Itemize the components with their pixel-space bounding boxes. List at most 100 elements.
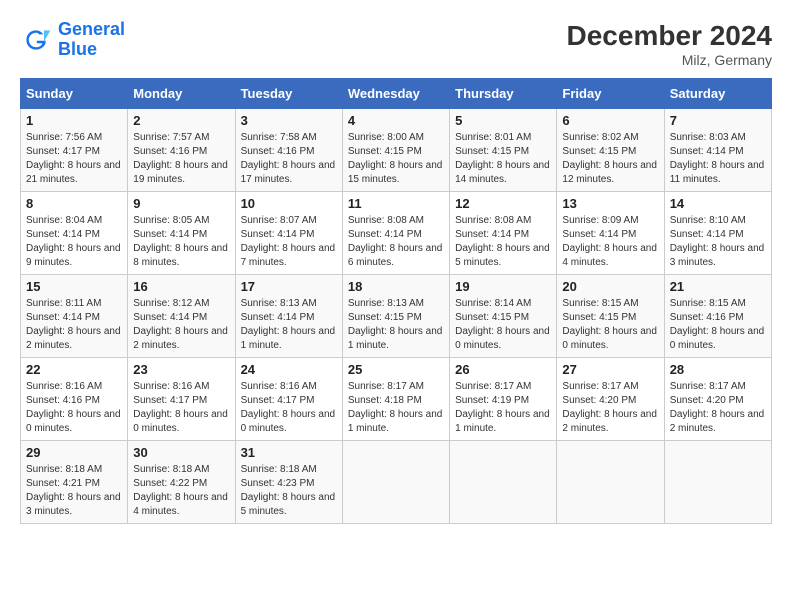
calendar-row: 22 Sunrise: 8:16 AMSunset: 4:16 PMDayligh… [21, 358, 772, 441]
day-info: Sunrise: 7:56 AMSunset: 4:17 PMDaylight:… [26, 131, 122, 187]
day-number: 3 [241, 113, 337, 128]
day-number: 23 [133, 362, 229, 377]
day-info: Sunrise: 8:17 AMSunset: 4:20 PMDaylight:… [670, 380, 766, 436]
day-info: Sunrise: 8:16 AMSunset: 4:17 PMDaylight:… [133, 380, 229, 436]
day-number: 19 [455, 279, 551, 294]
day-number: 31 [241, 445, 337, 460]
day-info: Sunrise: 8:11 AMSunset: 4:14 PMDaylight:… [26, 297, 122, 353]
day-number: 11 [348, 196, 444, 211]
day-info: Sunrise: 8:14 AMSunset: 4:15 PMDaylight:… [455, 297, 551, 353]
calendar-cell: 17Sunrise: 8:13 AMSunset: 4:14 PMDayligh… [235, 275, 342, 358]
day-info: Sunrise: 8:07 AMSunset: 4:14 PMDaylight:… [241, 214, 337, 270]
calendar-cell: 11Sunrise: 8:08 AMSunset: 4:14 PMDayligh… [342, 192, 449, 275]
day-info: Sunrise: 8:18 AMSunset: 4:23 PMDaylight:… [241, 463, 337, 519]
day-number: 2 [133, 113, 229, 128]
day-number: 12 [455, 196, 551, 211]
header-monday: Monday [128, 79, 235, 109]
day-info: Sunrise: 8:08 AMSunset: 4:14 PMDaylight:… [455, 214, 551, 270]
day-number: 8 [26, 196, 122, 211]
page-header: General Blue December 2024 Milz, Germany [20, 20, 772, 68]
logo-icon [20, 24, 52, 56]
day-number: 7 [670, 113, 766, 128]
location-label: Milz, Germany [567, 52, 772, 68]
calendar-cell: 31 Sunrise: 8:18 AMSunset: 4:23 PMDayligh… [235, 441, 342, 524]
day-info: Sunrise: 8:10 AMSunset: 4:14 PMDaylight:… [670, 214, 766, 270]
day-info: Sunrise: 8:16 AMSunset: 4:16 PMDaylight:… [26, 380, 122, 436]
day-info: Sunrise: 7:57 AMSunset: 4:16 PMDaylight:… [133, 131, 229, 187]
day-info: Sunrise: 8:05 AMSunset: 4:14 PMDaylight:… [133, 214, 229, 270]
calendar-cell: 5 Sunrise: 8:01 AMSunset: 4:15 PMDaylight… [450, 109, 557, 192]
calendar-cell: 7 Sunrise: 8:03 AMSunset: 4:14 PMDaylight… [664, 109, 771, 192]
day-number: 9 [133, 196, 229, 211]
day-info: Sunrise: 8:18 AMSunset: 4:21 PMDaylight:… [26, 463, 122, 519]
day-info: Sunrise: 8:18 AMSunset: 4:22 PMDaylight:… [133, 463, 229, 519]
calendar-cell: 29 Sunrise: 8:18 AMSunset: 4:21 PMDayligh… [21, 441, 128, 524]
day-number: 30 [133, 445, 229, 460]
calendar-cell: 4 Sunrise: 8:00 AMSunset: 4:15 PMDaylight… [342, 109, 449, 192]
day-number: 4 [348, 113, 444, 128]
day-number: 26 [455, 362, 551, 377]
calendar-cell: 15Sunrise: 8:11 AMSunset: 4:14 PMDayligh… [21, 275, 128, 358]
calendar-cell [664, 441, 771, 524]
day-number: 1 [26, 113, 122, 128]
logo-blue: Blue [58, 40, 125, 60]
calendar-cell: 6Sunrise: 8:02 AMSunset: 4:15 PMDaylight… [557, 109, 664, 192]
calendar-cell: 18 Sunrise: 8:13 AMSunset: 4:15 PMDayligh… [342, 275, 449, 358]
day-info: Sunrise: 8:13 AMSunset: 4:15 PMDaylight:… [348, 297, 444, 353]
calendar-cell: 8 Sunrise: 8:04 AMSunset: 4:14 PMDaylight… [21, 192, 128, 275]
calendar-cell: 12 Sunrise: 8:08 AMSunset: 4:14 PMDayligh… [450, 192, 557, 275]
day-info: Sunrise: 8:03 AMSunset: 4:14 PMDaylight:… [670, 131, 766, 187]
calendar-cell: 19 Sunrise: 8:14 AMSunset: 4:15 PMDayligh… [450, 275, 557, 358]
header-tuesday: Tuesday [235, 79, 342, 109]
day-number: 27 [562, 362, 658, 377]
header-saturday: Saturday [664, 79, 771, 109]
day-number: 16 [133, 279, 229, 294]
day-number: 28 [670, 362, 766, 377]
calendar-row: 15Sunrise: 8:11 AMSunset: 4:14 PMDayligh… [21, 275, 772, 358]
title-block: December 2024 Milz, Germany [567, 20, 772, 68]
day-info: Sunrise: 8:00 AMSunset: 4:15 PMDaylight:… [348, 131, 444, 187]
calendar-cell: 22 Sunrise: 8:16 AMSunset: 4:16 PMDayligh… [21, 358, 128, 441]
calendar-cell: 28 Sunrise: 8:17 AMSunset: 4:20 PMDayligh… [664, 358, 771, 441]
day-number: 18 [348, 279, 444, 294]
calendar-row: 8 Sunrise: 8:04 AMSunset: 4:14 PMDaylight… [21, 192, 772, 275]
month-year-title: December 2024 [567, 20, 772, 52]
header-friday: Friday [557, 79, 664, 109]
calendar-cell: 13Sunrise: 8:09 AMSunset: 4:14 PMDayligh… [557, 192, 664, 275]
day-number: 5 [455, 113, 551, 128]
day-info: Sunrise: 8:17 AMSunset: 4:20 PMDaylight:… [562, 380, 658, 436]
day-number: 22 [26, 362, 122, 377]
calendar-cell: 23 Sunrise: 8:16 AMSunset: 4:17 PMDayligh… [128, 358, 235, 441]
day-info: Sunrise: 8:09 AMSunset: 4:14 PMDaylight:… [562, 214, 658, 270]
header-wednesday: Wednesday [342, 79, 449, 109]
calendar-cell [557, 441, 664, 524]
day-info: Sunrise: 8:17 AMSunset: 4:18 PMDaylight:… [348, 380, 444, 436]
calendar-cell: 21Sunrise: 8:15 AMSunset: 4:16 PMDayligh… [664, 275, 771, 358]
header-thursday: Thursday [450, 79, 557, 109]
day-number: 10 [241, 196, 337, 211]
header-sunday: Sunday [21, 79, 128, 109]
calendar-cell: 26 Sunrise: 8:17 AMSunset: 4:19 PMDayligh… [450, 358, 557, 441]
day-info: Sunrise: 8:12 AMSunset: 4:14 PMDaylight:… [133, 297, 229, 353]
day-info: Sunrise: 8:16 AMSunset: 4:17 PMDaylight:… [241, 380, 337, 436]
calendar-cell: 20Sunrise: 8:15 AMSunset: 4:15 PMDayligh… [557, 275, 664, 358]
calendar-row: 1 Sunrise: 7:56 AMSunset: 4:17 PMDaylight… [21, 109, 772, 192]
logo: General Blue [20, 20, 125, 60]
day-info: Sunrise: 8:04 AMSunset: 4:14 PMDaylight:… [26, 214, 122, 270]
day-info: Sunrise: 7:58 AMSunset: 4:16 PMDaylight:… [241, 131, 337, 187]
weekday-header-row: Sunday Monday Tuesday Wednesday Thursday… [21, 79, 772, 109]
day-info: Sunrise: 8:17 AMSunset: 4:19 PMDaylight:… [455, 380, 551, 436]
day-number: 17 [241, 279, 337, 294]
day-info: Sunrise: 8:01 AMSunset: 4:15 PMDaylight:… [455, 131, 551, 187]
calendar-table: Sunday Monday Tuesday Wednesday Thursday… [20, 78, 772, 524]
calendar-cell: 2 Sunrise: 7:57 AMSunset: 4:16 PMDaylight… [128, 109, 235, 192]
calendar-row: 29 Sunrise: 8:18 AMSunset: 4:21 PMDayligh… [21, 441, 772, 524]
calendar-cell: 25Sunrise: 8:17 AMSunset: 4:18 PMDayligh… [342, 358, 449, 441]
calendar-cell: 16 Sunrise: 8:12 AMSunset: 4:14 PMDayligh… [128, 275, 235, 358]
day-number: 29 [26, 445, 122, 460]
calendar-cell: 1 Sunrise: 7:56 AMSunset: 4:17 PMDaylight… [21, 109, 128, 192]
calendar-cell [342, 441, 449, 524]
day-number: 14 [670, 196, 766, 211]
day-info: Sunrise: 8:15 AMSunset: 4:15 PMDaylight:… [562, 297, 658, 353]
day-info: Sunrise: 8:15 AMSunset: 4:16 PMDaylight:… [670, 297, 766, 353]
